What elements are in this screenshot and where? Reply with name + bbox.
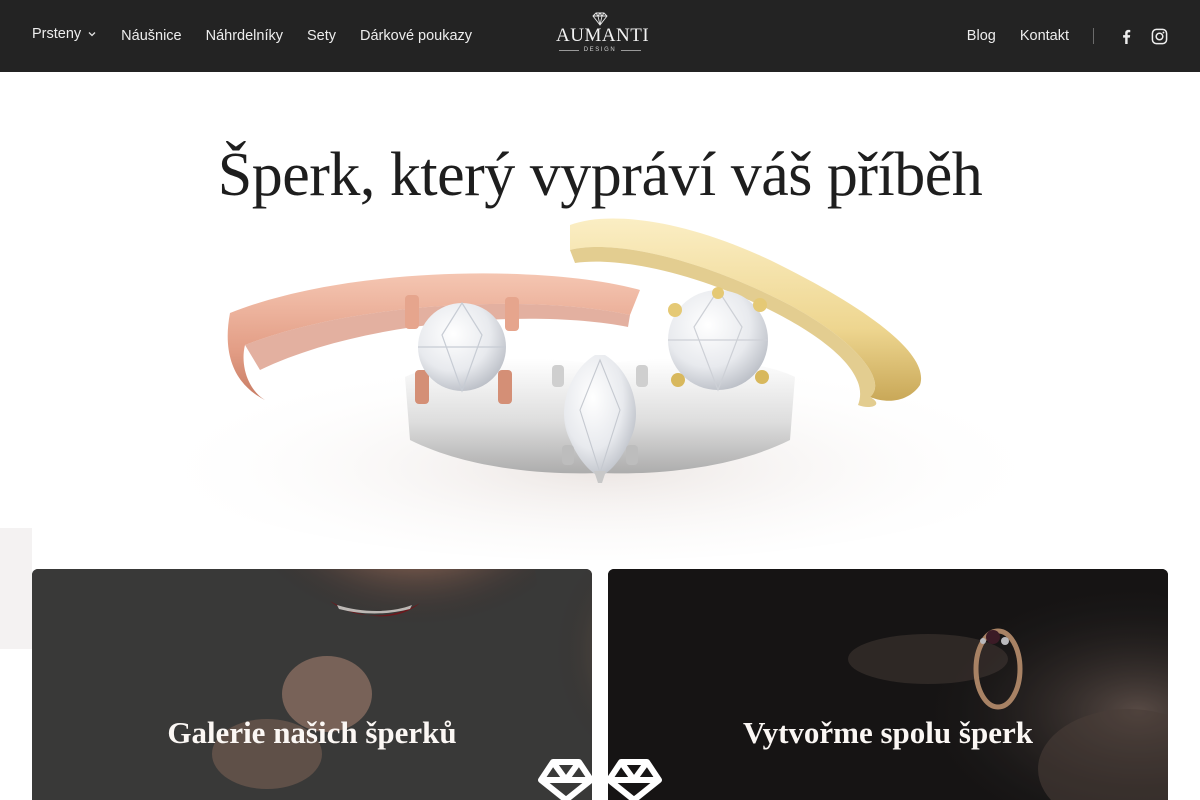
facebook-icon[interactable] xyxy=(1118,28,1135,45)
rings-hero-image xyxy=(140,218,1060,560)
nav-divider xyxy=(1093,28,1094,44)
gallery-card-title: Galerie našich šperků xyxy=(167,715,457,750)
custom-jewelry-card[interactable]: Vytvořme spolu šperk xyxy=(608,569,1168,800)
nav-item-label: Prsteny xyxy=(32,26,82,42)
site-header: Prsteny Náušnice Náhrdelníky Sety Dárkov… xyxy=(0,0,1200,72)
nav-item-darkove-poukazy[interactable]: Dárkové poukazy xyxy=(360,28,472,44)
gallery-card[interactable]: Galerie našich šperků xyxy=(32,569,592,800)
nav-item-label: Blog xyxy=(966,28,996,44)
instagram-icon[interactable] xyxy=(1151,28,1168,45)
nav-item-nahrdelniky[interactable]: Náhrdelníky xyxy=(206,28,283,44)
chevron-down-icon xyxy=(88,32,96,37)
decorative-panel xyxy=(0,528,32,649)
nav-item-sety[interactable]: Sety xyxy=(307,28,336,44)
nav-item-label: Sety xyxy=(307,28,337,44)
diamond-logo-mark xyxy=(538,759,662,800)
diamond-icon xyxy=(592,12,608,26)
logo-subtitle: DESIGN xyxy=(556,47,644,53)
custom-jewelry-card-title: Vytvořme spolu šperk xyxy=(743,715,1033,750)
custom-jewelry-card-photo xyxy=(608,569,1168,800)
nav-item-label: Kontakt xyxy=(1019,28,1069,44)
nav-item-label: Náušnice xyxy=(121,28,182,44)
logo-rule xyxy=(558,49,579,51)
hero-title: Šperk, který vypráví váš příběh xyxy=(217,141,983,209)
logo-wordmark: AUMANTI xyxy=(556,25,650,46)
logo-rule xyxy=(621,49,642,51)
main-nav: Prsteny Náušnice Náhrdelníky Sety Dárkov… xyxy=(32,0,472,72)
logo-subtitle-text: DESIGN xyxy=(583,47,617,53)
nav-item-prsteny[interactable]: Prsteny xyxy=(32,26,97,42)
nav-item-nausnice[interactable]: Náušnice xyxy=(121,28,181,44)
brand-logo[interactable]: AUMANTI DESIGN xyxy=(556,12,650,60)
nav-item-kontakt[interactable]: Kontakt xyxy=(1020,28,1069,44)
nav-item-blog[interactable]: Blog xyxy=(967,28,996,44)
secondary-nav: Blog Kontakt xyxy=(967,0,1168,72)
nav-item-label: Náhrdelníky xyxy=(205,28,283,44)
gallery-card-photo xyxy=(32,569,592,800)
nav-item-label: Dárkové poukazy xyxy=(360,28,473,44)
